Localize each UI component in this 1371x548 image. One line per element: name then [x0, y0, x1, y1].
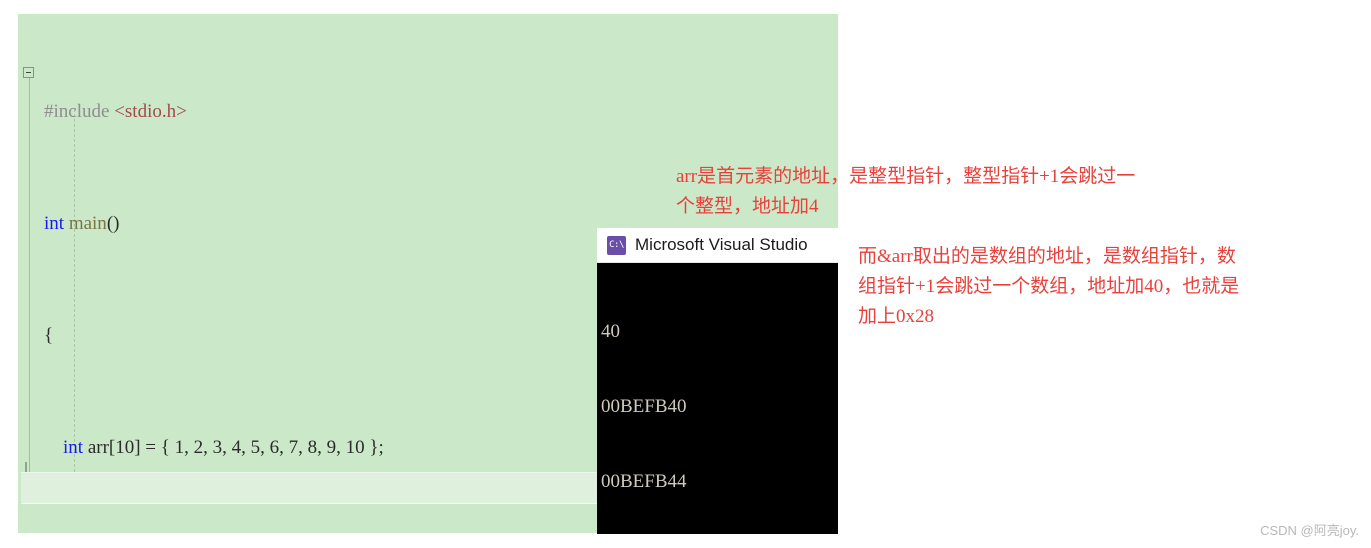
array-declaration: arr[10] = { 1, 2, 3, 4, 5, 6, 7, 8, 9, 1…	[83, 437, 384, 458]
header-include: <stdio.h>	[114, 101, 187, 122]
keyword-int: int	[44, 213, 65, 234]
fold-guide-line	[29, 72, 30, 504]
csdn-watermark: CSDN @阿亮joy.	[1260, 523, 1359, 538]
console-output-line: 00BEFB40	[601, 396, 687, 417]
console-title: Microsoft Visual Studio	[635, 235, 808, 254]
console-output: 40 00BEFB40 00BEFB44 00BEFB40 00BEFB44 0…	[597, 263, 838, 534]
collapse-fold-icon[interactable]	[23, 67, 34, 78]
brace-open-main: {	[44, 325, 54, 346]
preprocessor-directive: #include	[44, 101, 110, 122]
function-main: main	[68, 213, 107, 234]
console-output-line: 00BEFB44	[601, 471, 687, 492]
annotation-array-pointer: 而&arr取出的是数组的地址，是数组指针，数 组指针+1会跳过一个数组，地址加4…	[858, 246, 1240, 327]
console-icon-glyph: C:\	[609, 239, 624, 250]
console-output-line: 40	[601, 321, 620, 342]
code-line-1: #include <stdio.h>	[40, 98, 838, 126]
console-titlebar[interactable]: C:\ Microsoft Visual Studio	[597, 228, 838, 263]
annotation-pointer-arithmetic: arr是首元素的地址，是整型指针，整型指针+1会跳过一 个整型，地址加4	[676, 166, 1136, 217]
keyword-int-arr: int	[63, 437, 84, 458]
paren-close-main: )	[113, 213, 120, 234]
console-window-icon: C:\	[607, 235, 626, 255]
indent-4	[44, 437, 63, 458]
console-window[interactable]: C:\ Microsoft Visual Studio 40 00BEFB40 …	[597, 228, 838, 534]
